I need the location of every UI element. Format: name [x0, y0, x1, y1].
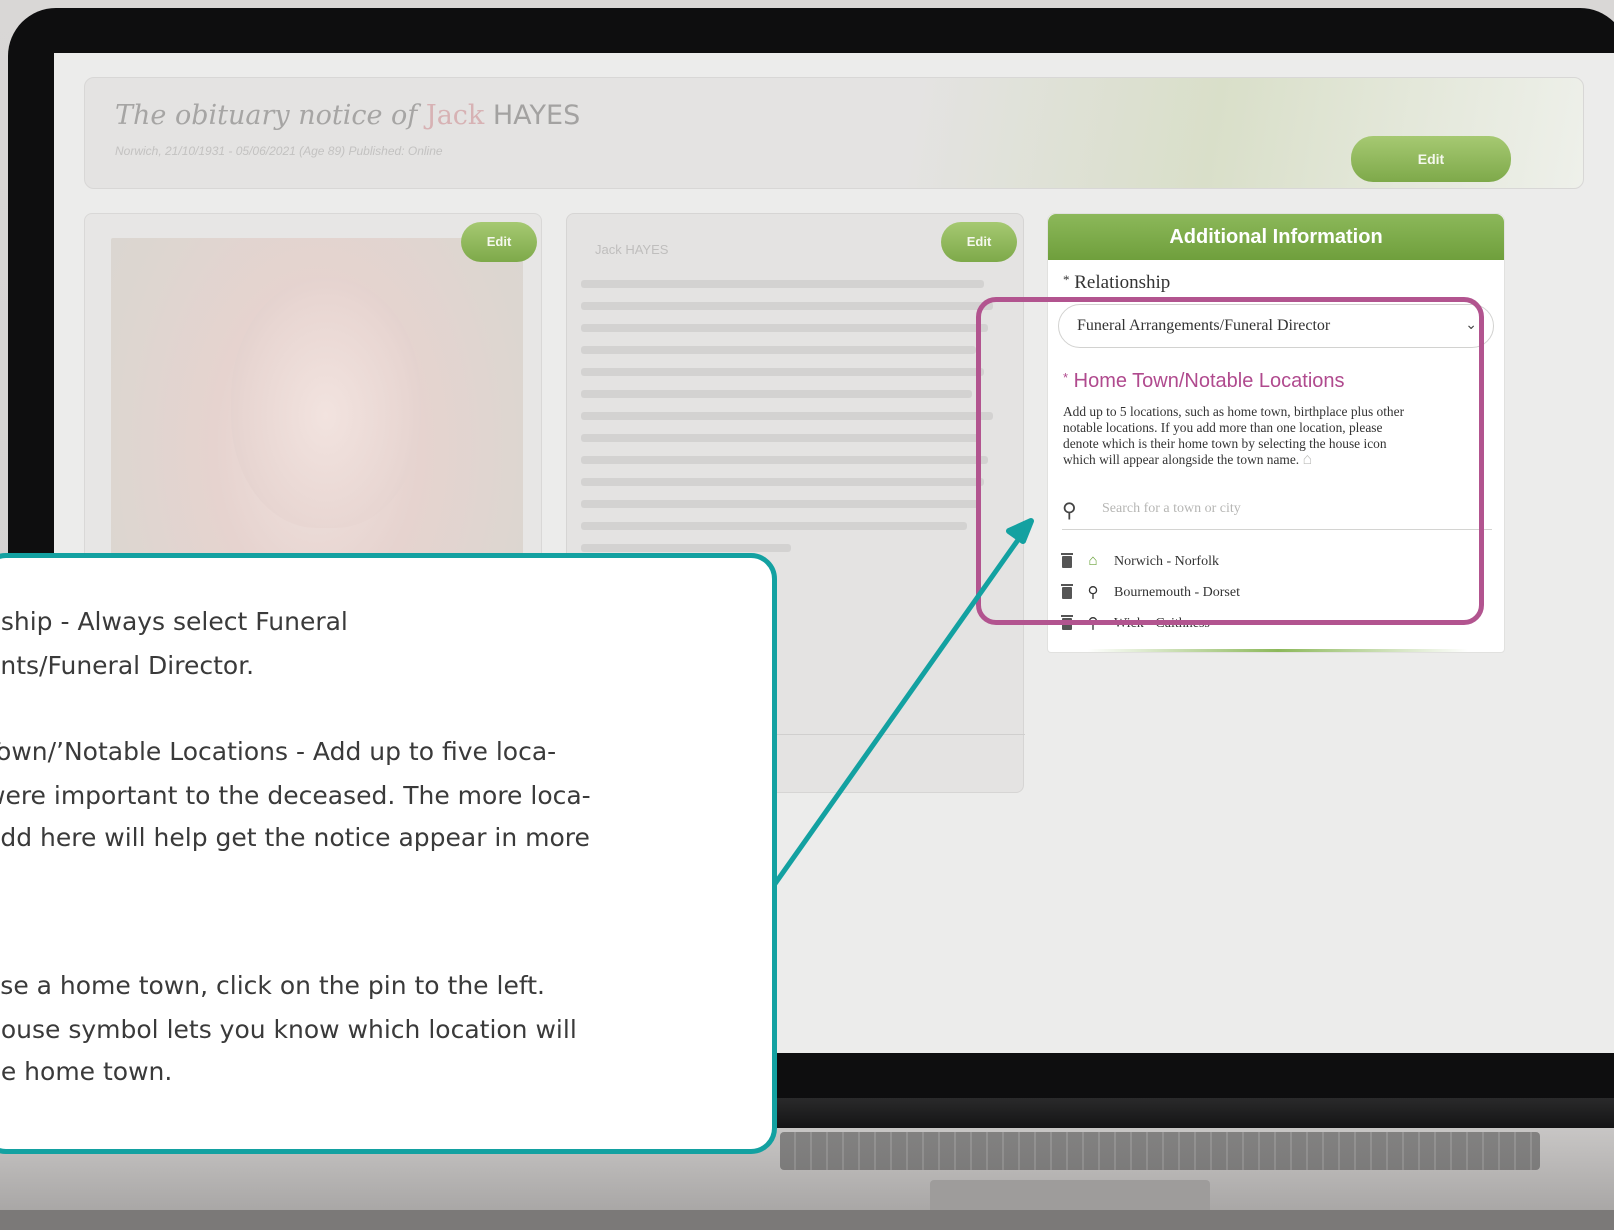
home-town-highlight-frame: [976, 297, 1484, 625]
callout-line: Town/’Notable Locations - Add up to five…: [0, 737, 557, 766]
notice-title: The obituary notice of Jack HAYES: [115, 100, 580, 131]
obituary-text-blurred: [581, 280, 1001, 566]
callout-line: were important to the deceased. The more…: [0, 781, 591, 810]
edit-photo-button[interactable]: Edit: [461, 222, 537, 262]
callout-line: he home town.: [0, 1057, 173, 1086]
callout-line: house symbol lets you know which locatio…: [0, 1015, 577, 1044]
marketing-screenshot: The obituary notice of Jack HAYES Norwic…: [0, 0, 1614, 1230]
panel-bottom-accent: [1088, 649, 1468, 652]
deceased-last-name: HAYES: [492, 100, 581, 131]
notice-subtitle: Norwich, 21/10/1931 - 05/06/2021 (Age 89…: [115, 144, 443, 158]
required-mark: *: [1063, 272, 1070, 287]
notice-title-prefix: The obituary notice of: [115, 100, 418, 131]
callout-line: ose a home town, click on the pin to the…: [0, 971, 545, 1000]
callout-line: ents/Funeral Director.: [0, 651, 255, 680]
callout-line: nship - Always select Funeral: [0, 607, 348, 636]
edit-notice-button[interactable]: Edit: [1351, 136, 1511, 182]
deceased-first-name: Jack: [425, 100, 485, 131]
edit-obituary-button[interactable]: Edit: [941, 222, 1017, 262]
laptop-trackpad: [930, 1180, 1210, 1210]
laptop-base-edge: [0, 1210, 1614, 1230]
additional-information-heading: Additional Information: [1048, 214, 1504, 260]
relationship-label: * Relationship: [1063, 272, 1170, 294]
instruction-callout: nship - Always select Funeral ents/Funer…: [0, 553, 777, 1154]
relationship-label-text: Relationship: [1074, 272, 1171, 293]
photo-portrait: [231, 278, 421, 528]
obituary-name: Jack HAYES: [595, 242, 669, 257]
callout-line: add here will help get the notice appear…: [0, 823, 590, 852]
laptop-keys: [780, 1132, 1540, 1170]
notice-header: The obituary notice of Jack HAYES Norwic…: [84, 77, 1584, 189]
